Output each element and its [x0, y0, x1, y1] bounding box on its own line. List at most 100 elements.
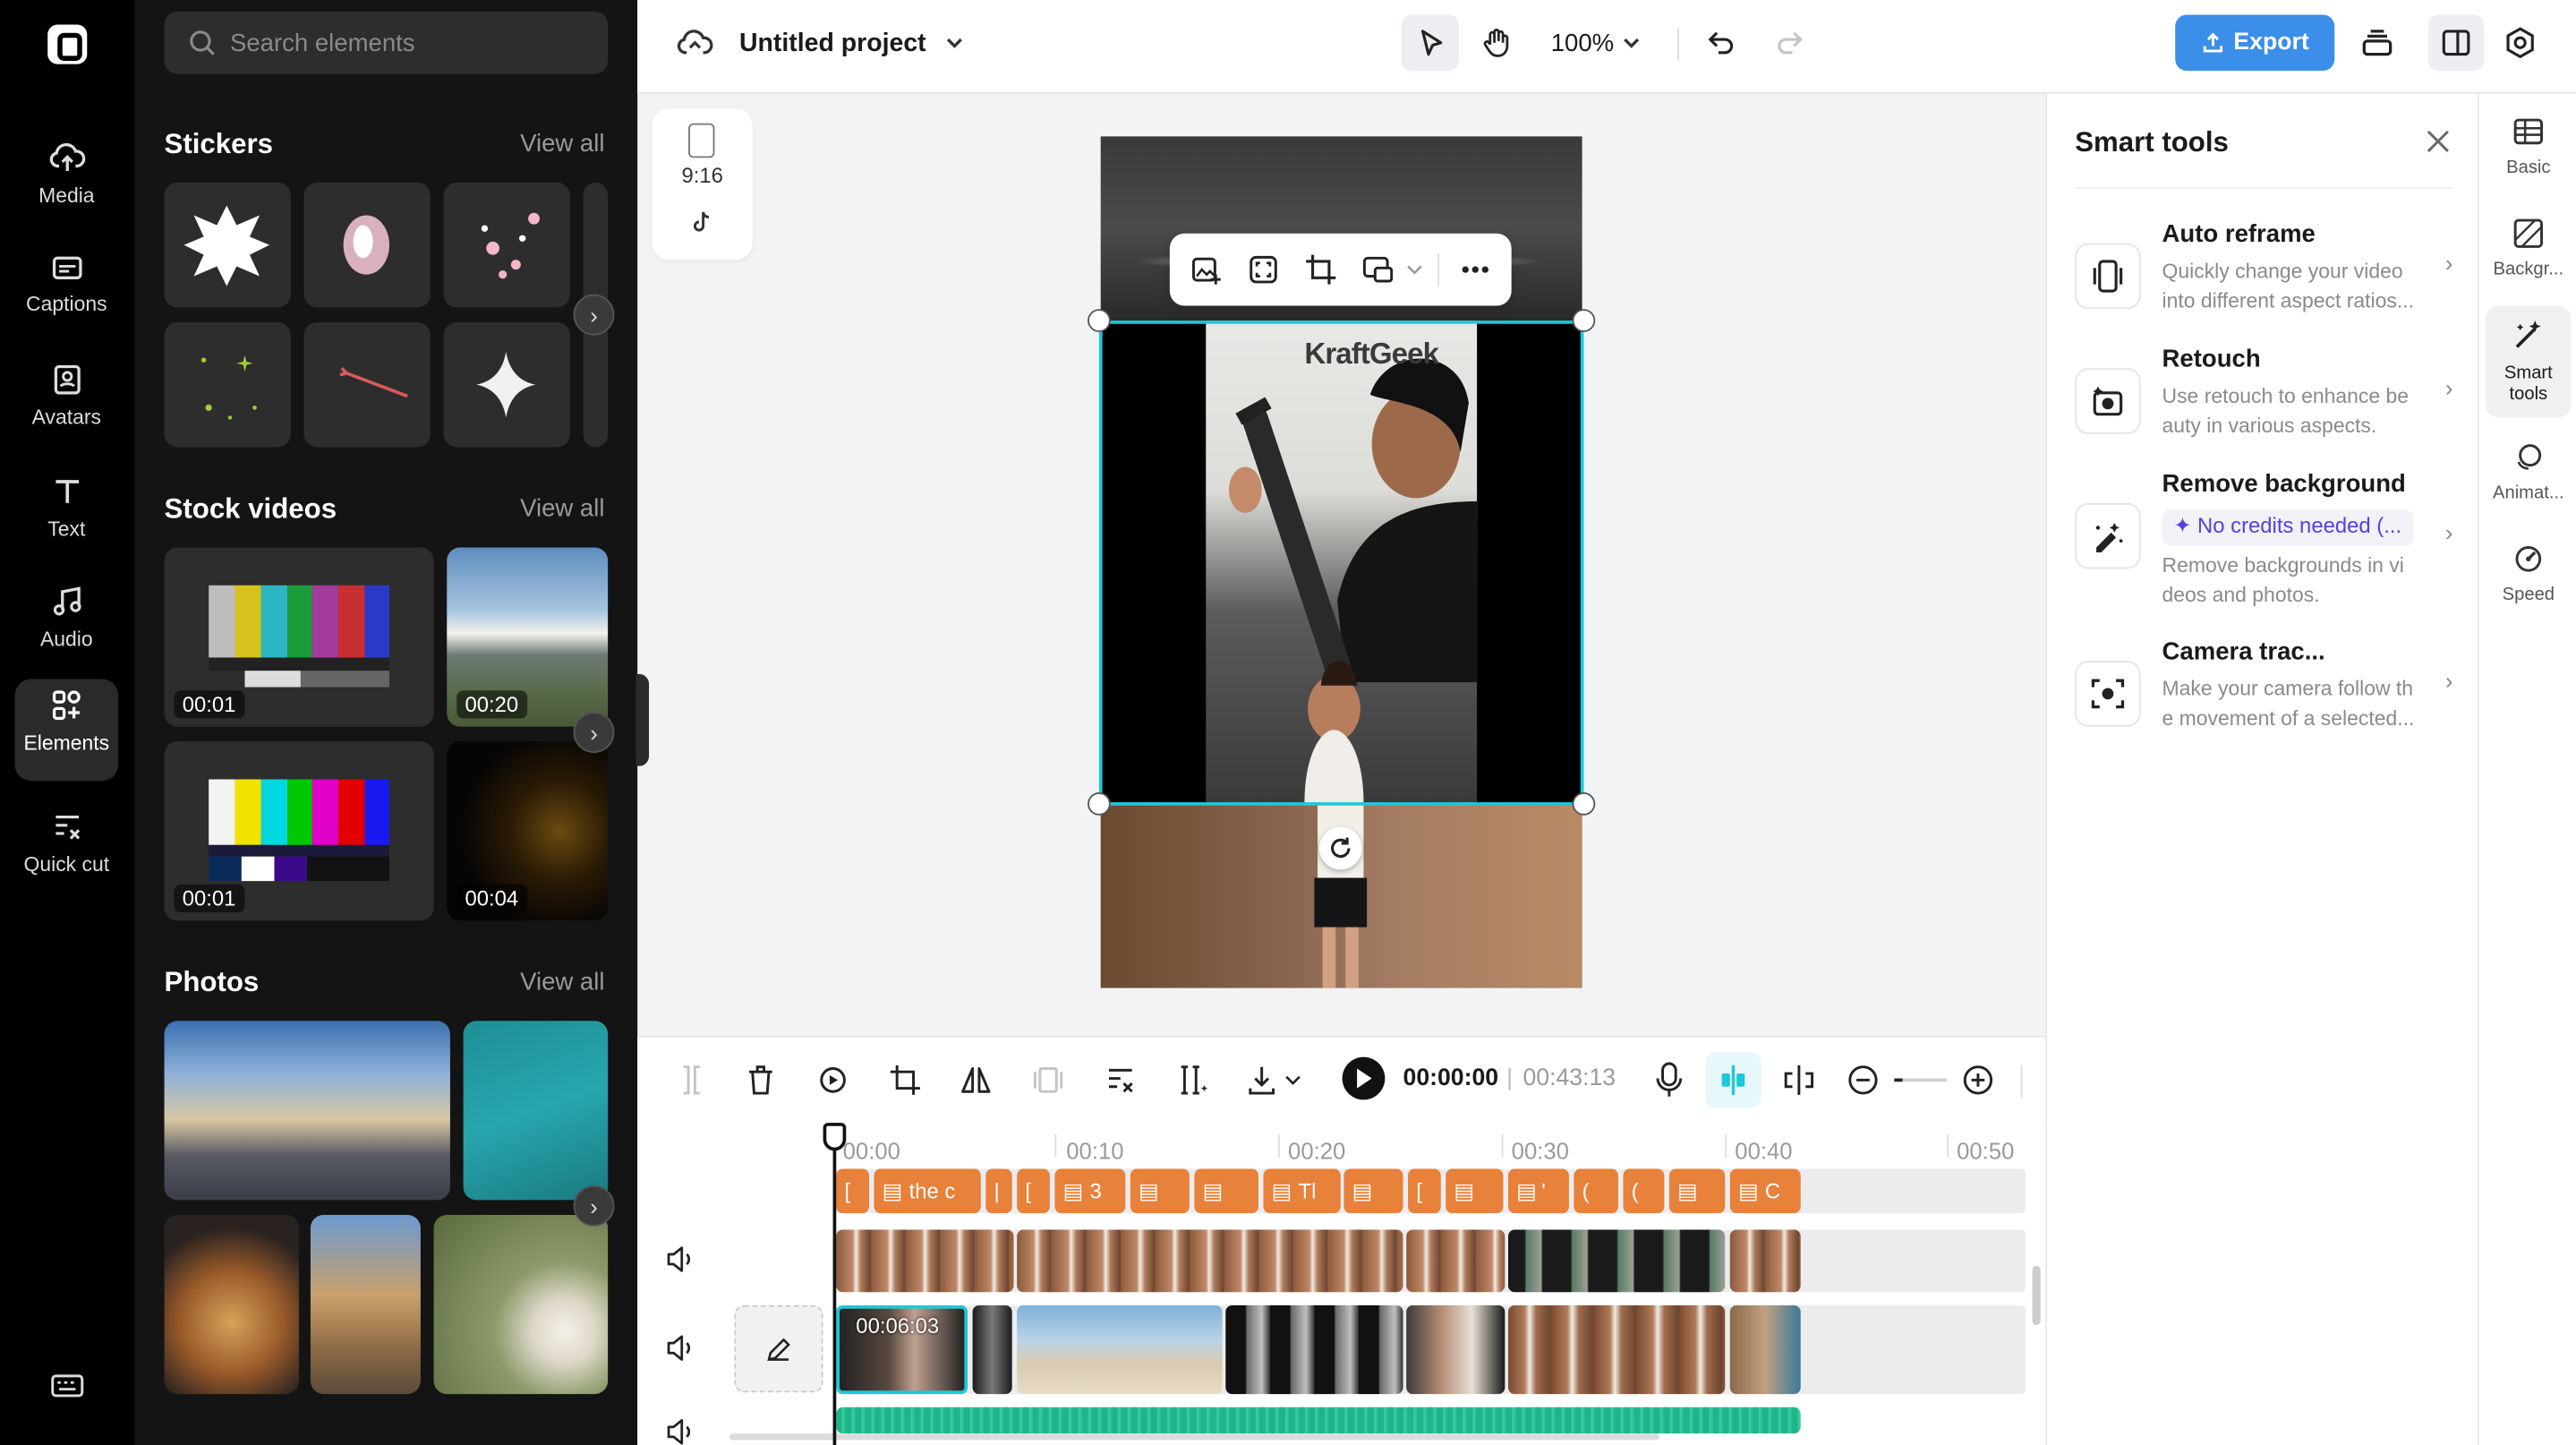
playhead[interactable]	[832, 1124, 837, 1445]
sticker-tile[interactable]	[303, 321, 431, 448]
view-all-photos[interactable]: View all	[520, 969, 604, 996]
sticker-tile[interactable]	[443, 182, 570, 308]
sticker-tile[interactable]	[303, 182, 431, 308]
volume-icon[interactable]	[665, 1335, 695, 1361]
rail-item-quick-cut[interactable]: Quick cut	[15, 800, 119, 912]
caption-clip[interactable]: ▤	[1343, 1168, 1403, 1214]
sticker-tile[interactable]	[583, 321, 609, 448]
photo-tile[interactable]	[164, 1214, 300, 1395]
caption-clip[interactable]: [	[1408, 1168, 1441, 1214]
select-tool-button[interactable]	[1401, 14, 1459, 71]
magnet-snap-button[interactable]	[1705, 1052, 1761, 1108]
video-clip[interactable]	[1406, 1229, 1506, 1293]
caption-clip[interactable]: ▤ C	[1729, 1168, 1801, 1214]
video-clip[interactable]	[1017, 1304, 1223, 1395]
photo-tile[interactable]	[463, 1021, 609, 1201]
redo-icon[interactable]	[1774, 26, 1807, 59]
selection-box[interactable]	[1098, 321, 1584, 806]
timeline-scrollbar-horizontal[interactable]	[729, 1433, 1659, 1441]
video-clip[interactable]	[1017, 1229, 1403, 1293]
chevron-down-icon[interactable]	[944, 35, 964, 51]
stock-video-tile[interactable]: 00:01	[164, 547, 434, 727]
sticker-tile[interactable]	[443, 321, 570, 448]
export-button[interactable]: Export	[2175, 14, 2335, 71]
view-all-stock-videos[interactable]: View all	[520, 495, 604, 523]
zoom-level[interactable]: 100%	[1551, 30, 1614, 57]
tool-retouch[interactable]: Retouch Use retouch to enhance be auty i…	[2075, 346, 2462, 444]
undo-icon[interactable]	[1703, 26, 1736, 59]
audio-clip[interactable]	[836, 1407, 1801, 1434]
keyboard-icon[interactable]	[51, 1372, 84, 1398]
zoom-in-icon[interactable]	[1962, 1064, 1995, 1097]
tool-auto-reframe[interactable]: Auto reframe Quickly change your video i…	[2075, 220, 2462, 319]
caption-clip[interactable]: ▤ Tl	[1263, 1168, 1341, 1214]
stock-video-tile[interactable]: 00:04	[447, 741, 609, 921]
video-clip[interactable]	[972, 1304, 1012, 1395]
caption-clip[interactable]: ▤ '	[1507, 1168, 1569, 1214]
video-clip[interactable]	[1729, 1304, 1801, 1395]
caption-clip[interactable]: ▤ 3	[1054, 1168, 1126, 1214]
resize-handle[interactable]	[1088, 792, 1111, 816]
project-title[interactable]: Untitled project	[739, 30, 926, 59]
flip-icon[interactable]	[960, 1064, 993, 1097]
download-icon[interactable]	[1245, 1064, 1278, 1097]
tab-basic[interactable]: Basic	[2486, 104, 2571, 196]
freeze-icon[interactable]	[1032, 1064, 1065, 1097]
close-icon[interactable]	[2425, 128, 2451, 154]
photo-tile[interactable]	[164, 1021, 450, 1201]
zoom-chevron-icon[interactable]	[1622, 35, 1642, 51]
tab-background[interactable]: Backgr...	[2486, 206, 2571, 298]
resize-handle[interactable]	[1572, 309, 1596, 332]
microphone-icon[interactable]	[1656, 1062, 1683, 1098]
caption-clip[interactable]: (	[1623, 1168, 1665, 1214]
stock-video-tile[interactable]: 00:01	[164, 741, 434, 921]
caption-clip[interactable]: ▤	[1668, 1168, 1726, 1214]
cover-edit-button[interactable]	[734, 1304, 823, 1393]
stock-videos-next-button[interactable]: ›	[573, 712, 615, 753]
layer-mask-icon[interactable]	[1362, 255, 1394, 285]
more-icon[interactable]	[1461, 265, 1490, 275]
video-clip[interactable]	[1225, 1304, 1403, 1395]
zoom-slider-thumb[interactable]	[1894, 1078, 1903, 1082]
sticker-tile[interactable]	[164, 321, 291, 448]
app-logo[interactable]	[47, 24, 88, 64]
replace-image-icon[interactable]	[1191, 255, 1223, 286]
delete-icon[interactable]	[746, 1064, 775, 1097]
play-button[interactable]	[1342, 1056, 1386, 1100]
caption-clip[interactable]: [	[836, 1168, 869, 1214]
video-clip[interactable]	[1507, 1229, 1726, 1293]
rail-item-audio[interactable]: Audio	[15, 576, 119, 668]
stack-button[interactable]	[2350, 15, 2405, 71]
search-input[interactable]: Search elements	[164, 11, 609, 74]
hand-tool-button[interactable]	[1467, 15, 1524, 71]
volume-icon[interactable]	[665, 1419, 695, 1445]
video-clip[interactable]	[1729, 1229, 1801, 1293]
caption-clip[interactable]: ▤	[1194, 1168, 1258, 1214]
sticker-tile[interactable]	[583, 182, 609, 308]
crop-icon[interactable]	[889, 1064, 922, 1097]
rail-item-avatars[interactable]: Avatars	[15, 354, 119, 446]
photo-tile[interactable]	[310, 1214, 421, 1395]
chevron-down-icon[interactable]	[1284, 1073, 1301, 1087]
caption-clip[interactable]: ▤	[1130, 1168, 1190, 1214]
photos-next-button[interactable]: ›	[573, 1184, 615, 1227]
photo-tile[interactable]	[433, 1214, 609, 1395]
layout-toggle-button[interactable]	[2427, 14, 2485, 71]
auto-cut-icon[interactable]	[1176, 1064, 1209, 1097]
caption-clip[interactable]: ▤ the c	[874, 1168, 981, 1214]
sticker-tile[interactable]	[164, 182, 291, 308]
caption-clip[interactable]: ▤	[1446, 1168, 1504, 1214]
view-all-stickers[interactable]: View all	[520, 130, 604, 158]
stock-video-tile[interactable]: 00:20	[447, 547, 609, 727]
split-icon[interactable]	[678, 1064, 704, 1097]
video-clip[interactable]	[836, 1229, 1014, 1293]
crop-icon[interactable]	[1304, 253, 1337, 286]
tab-smart-tools[interactable]: Smart tools	[2486, 305, 2572, 418]
link-icon[interactable]	[1783, 1064, 1816, 1097]
tool-camera-tracking[interactable]: Camera trac... Make your camera follow t…	[2075, 637, 2462, 736]
replace-clip-icon[interactable]	[816, 1064, 849, 1097]
caption-clip[interactable]: [	[1017, 1168, 1050, 1214]
resize-handle[interactable]	[1572, 792, 1596, 816]
fit-frame-icon[interactable]	[1249, 255, 1278, 285]
playhead-handle[interactable]	[823, 1123, 847, 1151]
